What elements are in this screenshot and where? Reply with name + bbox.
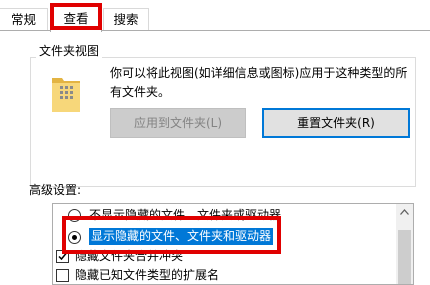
option-label: 不显示隐藏的文件、文件夹或驱动器 (89, 208, 282, 222)
folder-views-description: 你可以将此视图(如详细信息或图标)应用于这种类型的所有文件夹。 (110, 66, 408, 99)
scroll-up-arrow-icon[interactable] (400, 209, 409, 215)
advanced-settings-list[interactable]: 不显示隐藏的文件、文件夹或驱动器 显示隐藏的文件、文件夹和驱动器 隐藏文件夹合并… (52, 203, 414, 285)
scrollbar-thumb[interactable] (398, 230, 411, 284)
advanced-settings-label: 高级设置: (29, 183, 82, 197)
vertical-scrollbar[interactable] (396, 204, 413, 284)
reset-folders-button[interactable]: 重置文件夹(R) (262, 108, 410, 138)
option-label: 隐藏文件夹合并冲突 (75, 249, 184, 263)
radio-dont-show-hidden[interactable] (68, 209, 81, 222)
tab-strip: 常规 查看 搜索 (0, 0, 430, 32)
selected-option-label: 显示隐藏的文件、文件夹和驱动器 (89, 228, 274, 245)
apply-to-folders-button[interactable]: 应用到文件夹(L) (110, 108, 246, 138)
tab-general[interactable]: 常规 (0, 8, 48, 31)
folder-views-legend: 文件夹视图 (36, 44, 103, 58)
checkmark-icon (58, 253, 67, 261)
folder-icon (52, 78, 80, 112)
checkbox-hide-extensions[interactable] (56, 269, 69, 282)
checkbox-hide-merge-conflicts[interactable] (56, 250, 69, 263)
tab-search[interactable]: 搜索 (103, 8, 149, 31)
radio-show-hidden[interactable] (68, 231, 81, 244)
option-label: 隐藏已知文件类型的扩展名 (75, 268, 220, 282)
tab-view[interactable]: 查看 (50, 5, 102, 32)
